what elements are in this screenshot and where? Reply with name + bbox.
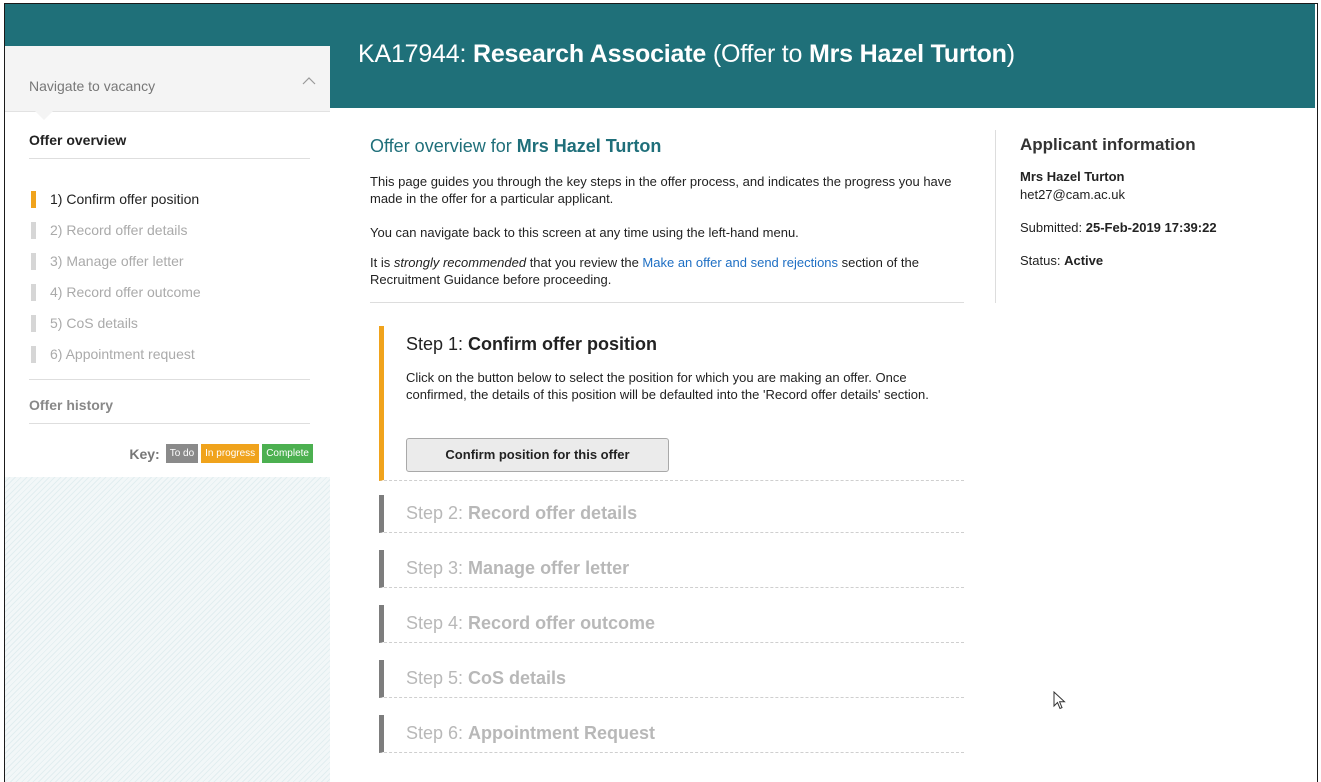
sidebar-step-label: 1) Confirm offer position	[50, 191, 200, 207]
info-divider	[995, 130, 996, 303]
header-applicant-name: Mrs Hazel Turton	[809, 40, 1007, 68]
step-2-row[interactable]: Step 2: Record offer details	[379, 495, 964, 533]
step-name: Manage offer letter	[468, 558, 630, 578]
key-in-progress-badge: In progress	[201, 444, 260, 463]
sidebar-step-label: 5) CoS details	[50, 315, 138, 331]
sidebar-divider	[29, 379, 310, 380]
step-3-row[interactable]: Step 3: Manage offer letter	[379, 550, 964, 588]
step-2-title: Step 2: Record offer details	[406, 503, 637, 524]
offer-overview-link[interactable]: Offer overview	[29, 132, 126, 148]
key-complete-badge: Complete	[262, 444, 313, 463]
guidance-text: It is	[370, 255, 394, 270]
step-status-bar	[31, 345, 36, 363]
step-1-title: Step 1: Confirm offer position	[406, 334, 657, 355]
step-1-prefix: Step 1:	[406, 334, 469, 354]
vacancy-ref: KA17944:	[358, 40, 473, 68]
status-value: Active	[1064, 253, 1104, 268]
status-key: Key: To do In progress Complete	[129, 444, 313, 463]
applicant-email: het27@cam.ac.uk	[1020, 187, 1125, 202]
dropdown-notch	[35, 111, 53, 120]
applicant-name: Mrs Hazel Turton	[1020, 169, 1125, 184]
main-divider	[370, 302, 964, 303]
sidebar-divider	[29, 158, 310, 159]
sidebar-step-6[interactable]: 6) Appointment request	[31, 344, 195, 364]
guidance-text: that you review the	[526, 255, 643, 270]
sidebar-step-2[interactable]: 2) Record offer details	[31, 220, 187, 240]
key-todo-badge: To do	[165, 444, 199, 463]
step-4-title: Step 4: Record offer outcome	[406, 613, 655, 634]
page-title: KA17944: Research Associate (Offer to Mr…	[358, 40, 1015, 69]
status-label: Status:	[1020, 253, 1065, 268]
step-name: Record offer details	[468, 503, 638, 523]
navigate-to-vacancy-label: Navigate to vacancy	[29, 78, 156, 94]
navigate-to-vacancy-toggle[interactable]: Navigate to vacancy	[5, 46, 330, 120]
step-5-row[interactable]: Step 5: CoS details	[379, 660, 964, 698]
step-prefix: Step 2:	[406, 503, 469, 523]
sidebar: Navigate to vacancy Offer overview 1) Co…	[5, 46, 330, 782]
step-name: Record offer outcome	[468, 613, 656, 633]
intro-paragraph: This page guides you through the key ste…	[370, 174, 952, 206]
applicant-submitted: Submitted: 25-Feb-2019 17:39:22	[1020, 220, 1217, 235]
chevron-up-icon	[302, 77, 316, 85]
step-name: CoS details	[468, 668, 567, 688]
step-name: Appointment Request	[468, 723, 656, 743]
step-status-bar	[31, 283, 36, 301]
sidebar-step-3[interactable]: 3) Manage offer letter	[31, 251, 184, 271]
step-3-title: Step 3: Manage offer letter	[406, 558, 629, 579]
step-status-bar	[31, 252, 36, 270]
step-prefix: Step 6:	[406, 723, 469, 743]
step-status-bar	[31, 314, 36, 332]
sidebar-divider	[29, 423, 310, 424]
guidance-emphasis: strongly recommended	[393, 255, 527, 270]
guidance-paragraph: It is strongly recommended that you revi…	[370, 254, 964, 288]
step-prefix: Step 5:	[406, 668, 469, 688]
sidebar-step-label: 4) Record offer outcome	[50, 284, 201, 300]
step-1-name: Confirm offer position	[468, 334, 658, 354]
sidebar-step-5[interactable]: 5) CoS details	[31, 313, 138, 333]
main-heading-prefix: Offer overview for	[370, 136, 517, 156]
step-prefix: Step 3:	[406, 558, 469, 578]
step-1-panel: Step 1: Confirm offer position Click on …	[379, 326, 964, 481]
step-prefix: Step 4:	[406, 613, 469, 633]
job-title: Research Associate	[472, 40, 707, 68]
step-1-description: Click on the button below to select the …	[406, 370, 929, 402]
applicant-status: Status: Active	[1020, 253, 1103, 268]
applicant-info-title: Applicant information	[1020, 135, 1196, 154]
key-label: Key:	[129, 445, 160, 462]
header-band-left	[5, 4, 330, 46]
submitted-value: 25-Feb-2019 17:39:22	[1085, 220, 1217, 235]
make-offer-guidance-link[interactable]: Make an offer and send rejections	[642, 255, 838, 270]
navigate-back-paragraph: You can navigate back to this screen at …	[370, 225, 799, 240]
submitted-label: Submitted:	[1020, 220, 1086, 235]
step-5-title: Step 5: CoS details	[406, 668, 566, 689]
step-6-title: Step 6: Appointment Request	[406, 723, 655, 744]
offer-history-link[interactable]: Offer history	[29, 397, 113, 413]
sidebar-step-label: 6) Appointment request	[50, 346, 195, 362]
sidebar-step-label: 2) Record offer details	[50, 222, 188, 238]
main-heading-name: Mrs Hazel Turton	[516, 136, 662, 156]
page-header: KA17944: Research Associate (Offer to Mr…	[330, 4, 1315, 108]
step-4-row[interactable]: Step 4: Record offer outcome	[379, 605, 964, 643]
sidebar-step-label: 3) Manage offer letter	[50, 253, 184, 269]
sidebar-hatch-background	[5, 477, 330, 782]
offer-suffix: )	[1006, 40, 1015, 68]
offer-prefix: (Offer to	[706, 40, 810, 68]
confirm-position-button[interactable]: Confirm position for this offer	[406, 438, 669, 472]
sidebar-step-4[interactable]: 4) Record offer outcome	[31, 282, 201, 302]
step-6-row[interactable]: Step 6: Appointment Request	[379, 715, 964, 753]
main-heading: Offer overview for Mrs Hazel Turton	[370, 136, 661, 157]
step-status-bar	[31, 221, 36, 239]
app-frame: KA17944: Research Associate (Offer to Mr…	[4, 3, 1318, 782]
mouse-cursor-icon	[1053, 691, 1066, 710]
step-status-bar	[31, 190, 36, 208]
sidebar-step-1[interactable]: 1) Confirm offer position	[31, 189, 199, 209]
